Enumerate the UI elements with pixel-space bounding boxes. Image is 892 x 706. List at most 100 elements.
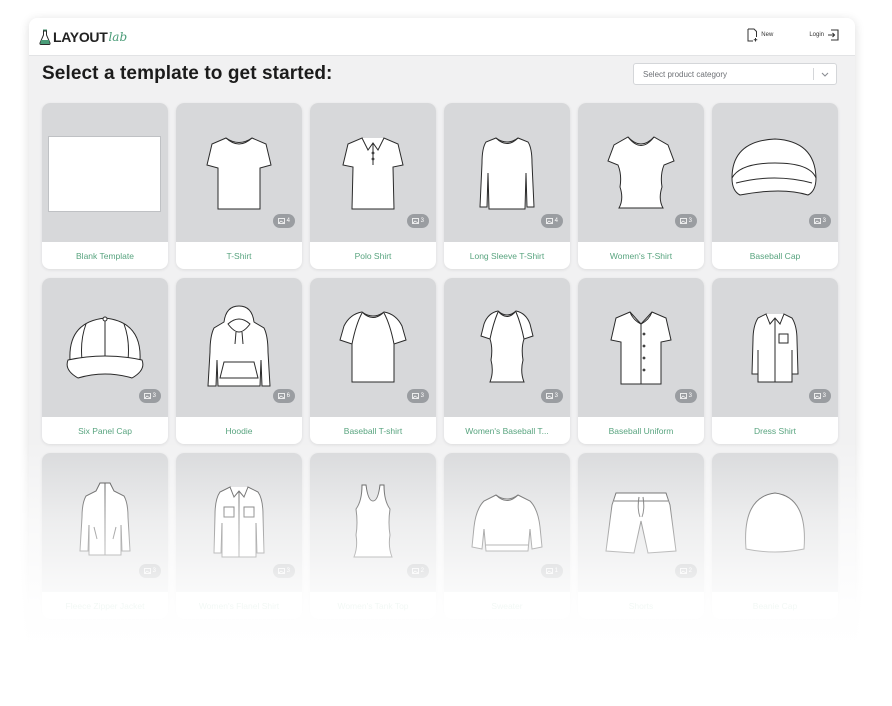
variant-count: 3 [152,568,156,574]
image-icon [545,568,553,574]
image-icon [143,568,151,574]
template-card[interactable]: 3 Six Panel Cap [42,278,168,444]
image-icon [411,568,419,574]
variant-count: 3 [554,393,558,399]
top-bar: LAYOUT lab New Login [29,18,855,56]
template-thumbnail: 4 [444,103,570,242]
template-card[interactable]: 3 Women's T-Shirt [578,103,704,269]
variant-count-badge: 2 [406,564,429,578]
variant-count-badge: 2 [674,564,697,578]
app-window: LAYOUT lab New Login Select a template t… [29,18,855,658]
variant-count: 6 [286,393,290,399]
template-card[interactable]: 3 Women's Flanel Shirt [176,453,302,619]
variant-count: 3 [420,218,424,224]
template-thumbnail: 3 [712,278,838,417]
page-title: Select a template to get started: [42,63,333,84]
variant-count-badge: 3 [406,214,429,228]
template-label: Six Panel Cap [78,425,132,436]
template-label: Long Sleeve T-Shirt [469,250,545,261]
image-icon [277,568,285,574]
template-thumbnail: 2 [578,453,704,592]
template-label: Women's Flanel Shirt [198,600,280,611]
new-document-icon [747,28,758,42]
product-category-select[interactable]: Select product category [633,63,837,85]
variant-count-badge: 3 [272,564,295,578]
logo-text: LAYOUT [53,29,108,45]
variant-count-badge: 1 [540,564,563,578]
template-thumbnail: 1 [444,453,570,592]
template-card[interactable]: 3 Fleece Zipper Jacket [42,453,168,619]
image-icon [813,393,821,399]
logo[interactable]: LAYOUT lab [39,29,127,45]
new-button-label: New [761,32,774,38]
variant-count: 1 [554,568,558,574]
template-card[interactable]: Beanie Cap [712,453,838,619]
variant-count: 3 [688,218,692,224]
image-icon [679,218,687,224]
variant-count: 2 [688,568,692,574]
beanie-icon [745,492,805,553]
variant-count-badge: 3 [808,389,831,403]
variant-count: 4 [286,218,290,224]
template-label: Beanie Cap [752,600,798,611]
variant-count-badge: 3 [406,389,429,403]
template-label: Blank Template [76,250,134,261]
variant-count-badge: 3 [674,389,697,403]
variant-count: 3 [688,393,692,399]
template-card[interactable]: 3 Baseball T-shirt [310,278,436,444]
template-thumbnail: 3 [310,103,436,242]
variant-count-badge: 3 [808,214,831,228]
template-thumbnail: 3 [42,453,168,592]
image-icon [545,393,553,399]
template-label: Hoodie [225,425,253,436]
template-thumbnail: 6 [176,278,302,417]
new-button[interactable]: New [746,28,776,42]
template-label: T-Shirt [226,250,252,261]
template-thumbnail: 2 [310,453,436,592]
template-card[interactable]: 3 Polo Shirt [310,103,436,269]
template-label: Baseball Cap [749,250,801,261]
variant-count-badge: 3 [138,564,161,578]
image-icon [277,393,285,399]
variant-count: 4 [554,218,558,224]
template-label: Dress Shirt [753,425,797,436]
template-card[interactable]: Blank Template [42,103,168,269]
variant-count: 2 [420,568,424,574]
variant-count-badge: 4 [272,214,295,228]
variant-count-badge: 6 [272,389,295,403]
variant-count: 3 [420,393,424,399]
template-thumbnail: 3 [310,278,436,417]
template-label: Baseball T-shirt [343,425,403,436]
variant-count-badge: 3 [540,389,563,403]
template-thumbnail: 4 [176,103,302,242]
template-card[interactable]: 3 Women's Baseball T... [444,278,570,444]
template-thumbnail [712,453,838,592]
template-card[interactable]: 4 Long Sleeve T-Shirt [444,103,570,269]
blank-icon [48,136,161,212]
image-icon [679,568,687,574]
template-thumbnail: 3 [712,103,838,242]
image-icon [277,218,285,224]
image-icon [813,218,821,224]
template-card[interactable]: 1 Sweater [444,453,570,619]
template-thumbnail [42,103,168,242]
template-label: Polo Shirt [354,250,392,261]
variant-count-badge: 4 [540,214,563,228]
template-card[interactable]: 2 Women's Tank Top [310,453,436,619]
variant-count: 3 [822,218,826,224]
image-icon [545,218,553,224]
login-button[interactable]: Login [806,29,839,41]
template-card[interactable]: 2 Shorts [578,453,704,619]
top-actions: New Login [746,28,839,42]
template-label: Women's Baseball T... [465,425,549,436]
template-label: Shorts [628,600,654,611]
template-label: Women's Tank Top [337,600,409,611]
template-card[interactable]: 3 Baseball Uniform [578,278,704,444]
template-card[interactable]: 3 Dress Shirt [712,278,838,444]
template-thumbnail: 3 [578,103,704,242]
template-card[interactable]: 6 Hoodie [176,278,302,444]
template-card[interactable]: 3 Baseball Cap [712,103,838,269]
variant-count: 3 [286,568,290,574]
template-card[interactable]: 4 T-Shirt [176,103,302,269]
variant-count: 3 [152,393,156,399]
